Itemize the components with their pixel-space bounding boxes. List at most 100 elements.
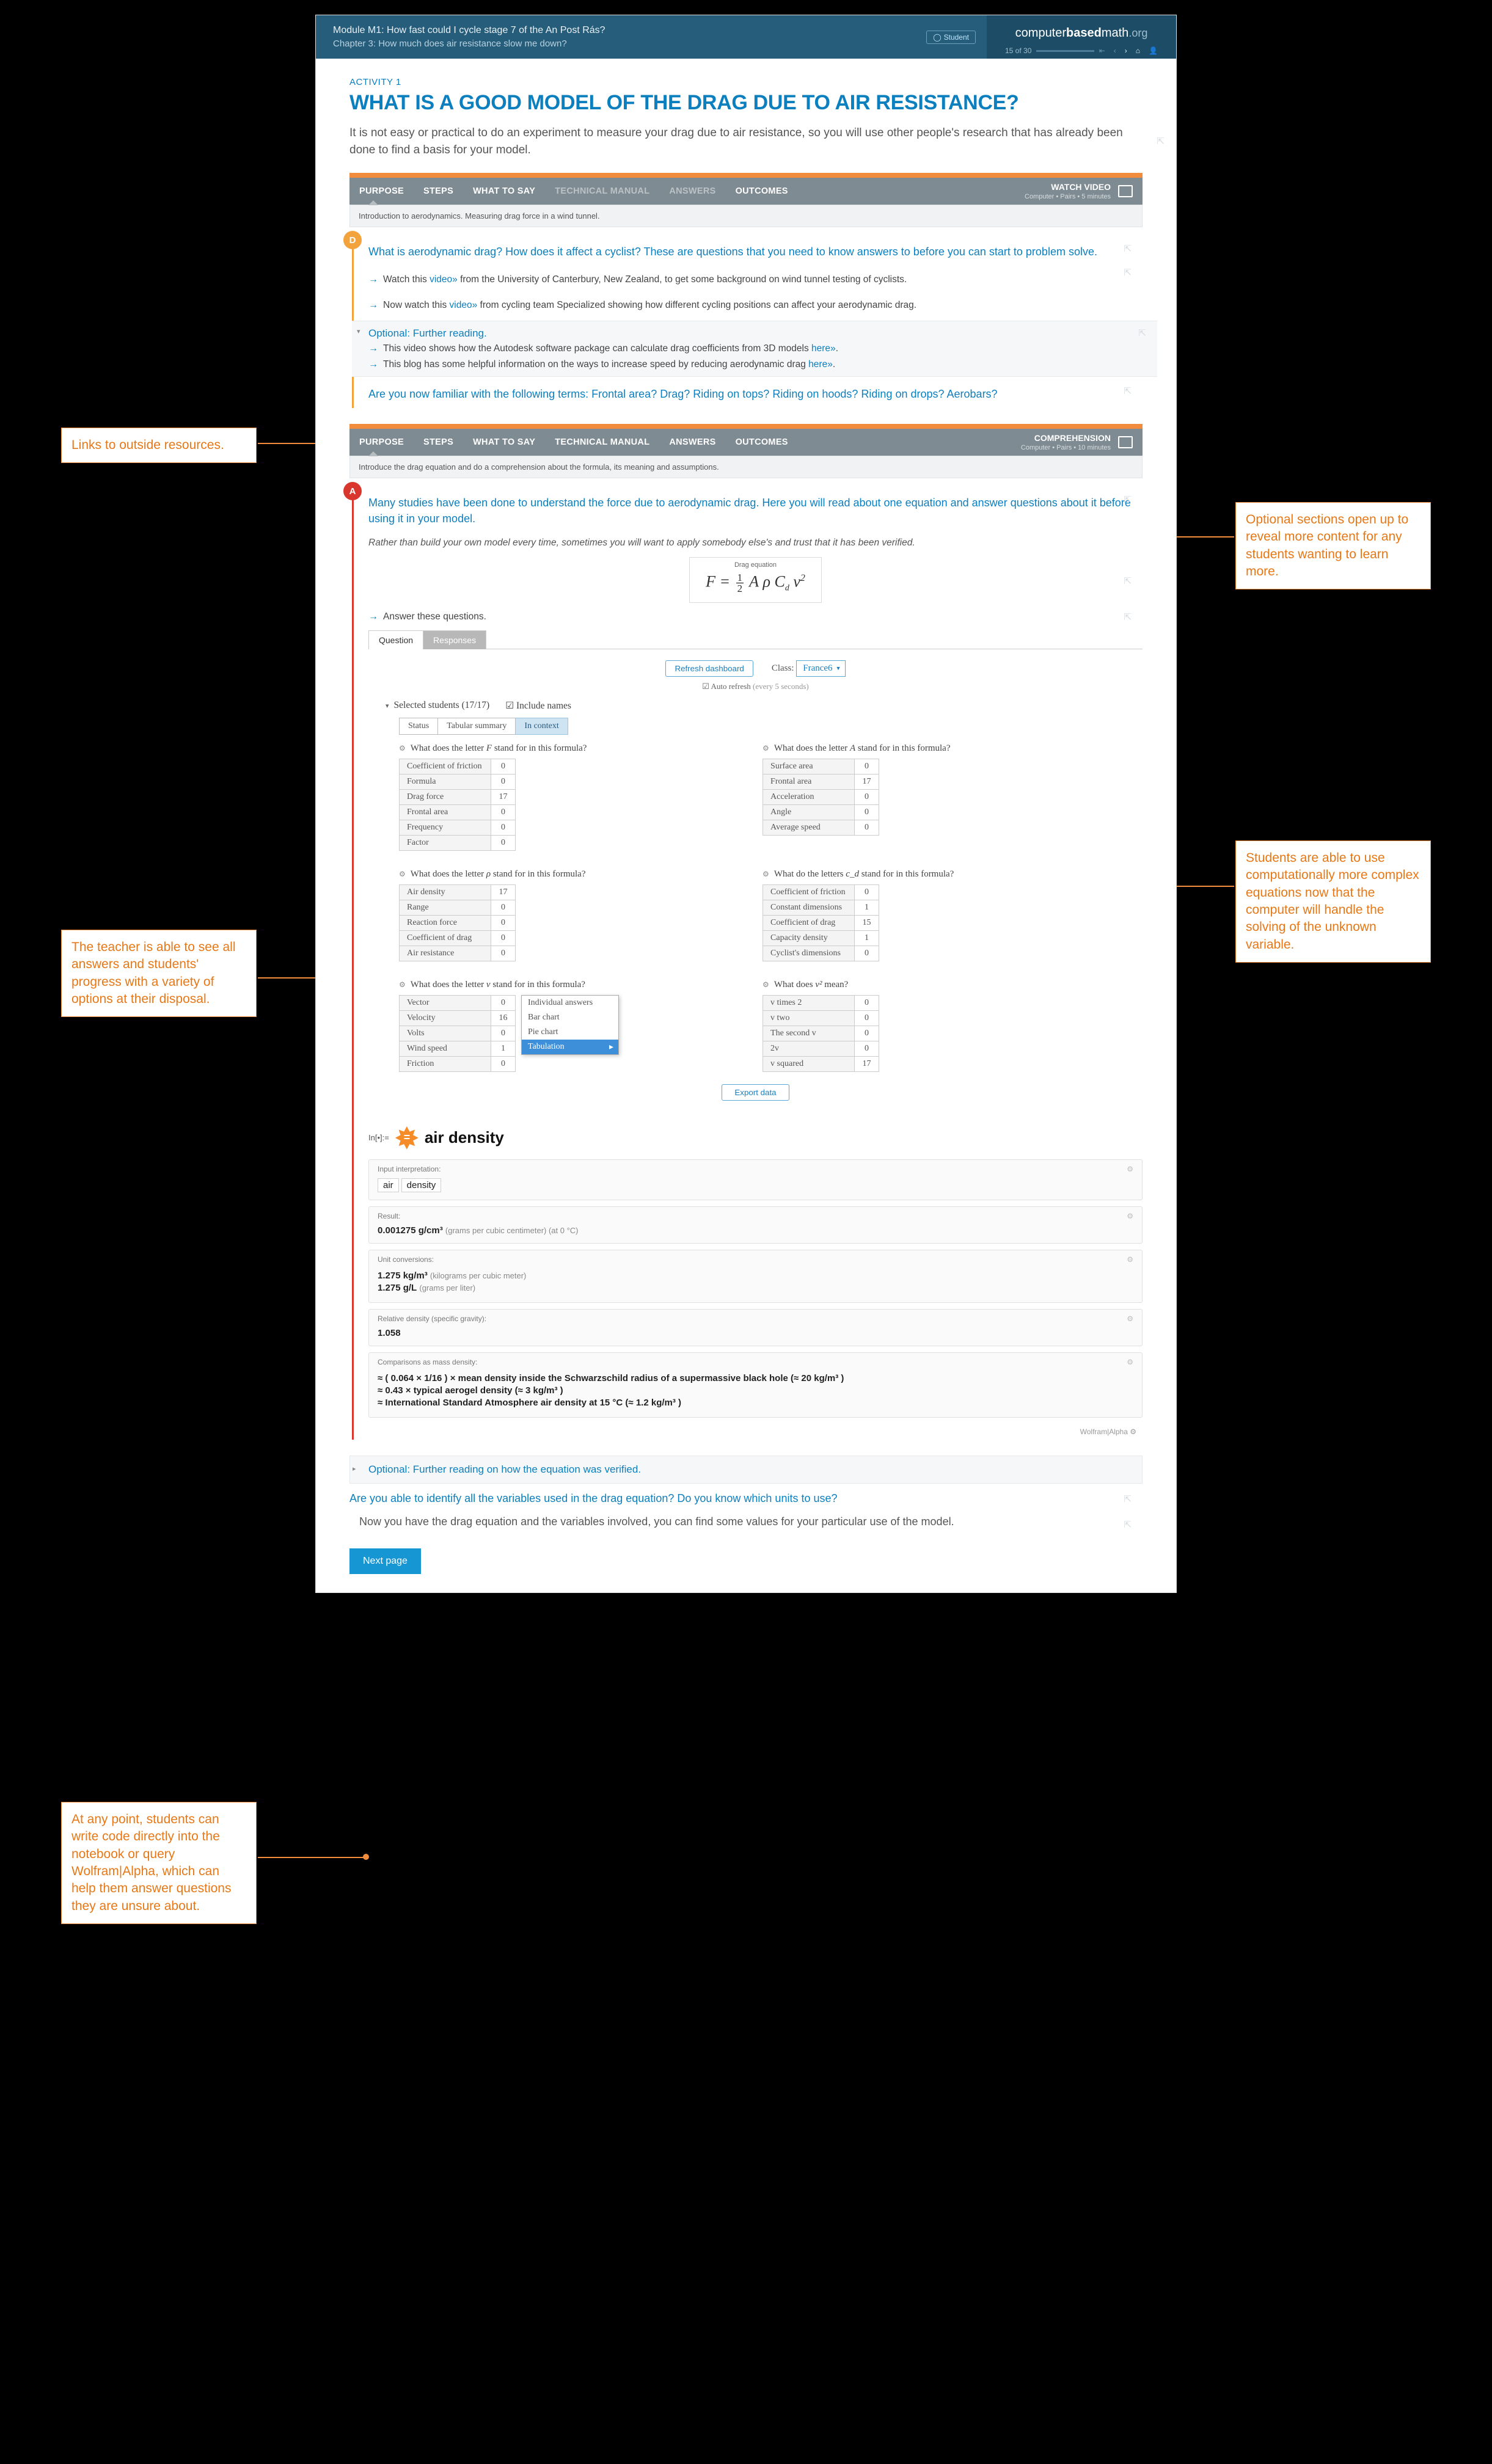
optional-closed[interactable]: Optional: Further reading on how the equ… xyxy=(349,1456,1143,1484)
refresh-button[interactable]: Refresh dashboard xyxy=(665,660,753,677)
activity-tab-purpose[interactable]: PURPOSE xyxy=(349,429,414,456)
student-button[interactable]: ◯ Student xyxy=(926,31,976,44)
class-label: Class: xyxy=(772,663,794,673)
table-row: Drag force17 xyxy=(400,789,516,804)
table-row: Factor0 xyxy=(400,835,516,850)
activity-tab-outcomes[interactable]: OUTCOMES xyxy=(726,429,798,456)
progress-bar xyxy=(1036,50,1094,52)
input-label: In[•]:= xyxy=(368,1133,389,1142)
discussion-question: What is aerodynamic drag? How does it af… xyxy=(368,244,1143,260)
gear-icon[interactable]: ⚙ xyxy=(1127,1165,1133,1173)
table-row: v squared17 xyxy=(763,1056,879,1071)
nav-next-icon[interactable]: › xyxy=(1125,46,1127,55)
wolfram-query[interactable]: air density xyxy=(425,1128,504,1147)
optional-title: Optional: Further reading. xyxy=(368,327,1143,340)
question-block: What does the letter v stand for in this… xyxy=(399,980,726,1072)
activity-tab-steps[interactable]: STEPS xyxy=(414,429,463,456)
table-row: Coefficient of drag15 xyxy=(763,915,879,930)
wolfram-card: Unit conversions:⚙1.275 kg/m³ (kilograms… xyxy=(368,1250,1143,1303)
dropdown-item[interactable]: Tabulation xyxy=(522,1040,618,1054)
optional-link-1[interactable]: here» xyxy=(811,343,836,354)
tab-responses[interactable]: Responses xyxy=(423,630,486,649)
table-row: Surface area0 xyxy=(763,759,879,774)
include-names-checkbox[interactable]: ☑ Include names xyxy=(505,700,571,712)
question-title: What does the letter A stand for in this… xyxy=(762,743,1089,754)
popout-icon[interactable]: ⇱ xyxy=(1138,327,1146,338)
export-button[interactable]: Export data xyxy=(722,1084,789,1101)
gear-icon[interactable]: ⚙ xyxy=(1127,1358,1133,1366)
tab-question[interactable]: Question xyxy=(368,630,423,649)
activity-tab-technical-manual[interactable]: TECHNICAL MANUAL xyxy=(545,429,659,456)
circle-icon: ◯ xyxy=(933,33,941,42)
question-block: What do the letters c_d stand for in thi… xyxy=(762,869,1089,961)
video-link-1[interactable]: video» xyxy=(430,274,458,285)
gear-icon[interactable]: ⚙ xyxy=(1127,1314,1133,1323)
popout-icon[interactable]: ⇱ xyxy=(1157,135,1165,148)
nav-user-icon[interactable]: 👤 xyxy=(1149,46,1158,55)
video-link-2[interactable]: video» xyxy=(450,300,478,310)
view-tabular[interactable]: Tabular summary xyxy=(437,718,516,735)
nav-home-icon[interactable]: ⌂ xyxy=(1136,46,1140,55)
wolfram-card: Relative density (specific gravity):⚙1.0… xyxy=(368,1309,1143,1346)
response-table: Coefficient of friction0Formula0Drag for… xyxy=(399,759,516,851)
table-row: Frontal area0 xyxy=(400,804,516,820)
dashboard-body: Refresh dashboard Class: France6 ☑ Auto … xyxy=(368,649,1143,1112)
activity-tab-technical-manual[interactable]: TECHNICAL MANUAL xyxy=(545,178,659,205)
activity-tab-steps[interactable]: STEPS xyxy=(414,178,463,205)
timeline-badge-d: D xyxy=(343,231,362,249)
screen-icon xyxy=(1118,185,1133,197)
activity-tab-what-to-say[interactable]: WHAT TO SAY xyxy=(463,178,545,205)
table-row: Constant dimensions1 xyxy=(763,900,879,915)
table-row: Air resistance0 xyxy=(400,946,516,961)
gear-icon[interactable]: ⚙ xyxy=(1127,1212,1133,1220)
view-incontext[interactable]: In context xyxy=(515,718,568,735)
wolfram-footer: Wolfram|Alpha ⚙ xyxy=(368,1424,1143,1440)
activity-tab-outcomes[interactable]: OUTCOMES xyxy=(726,178,798,205)
view-status[interactable]: Status xyxy=(399,718,438,735)
view-dropdown[interactable]: Individual answersBar chartPie chartTabu… xyxy=(521,995,619,1055)
dropdown-item[interactable]: Individual answers xyxy=(522,996,618,1010)
wolfram-card: Input interpretation:⚙airdensity xyxy=(368,1159,1143,1200)
next-page-button[interactable]: Next page xyxy=(349,1548,421,1574)
class-select[interactable]: France6 xyxy=(796,660,845,677)
activity-tab-answers[interactable]: ANSWERS xyxy=(659,178,725,205)
gear-icon[interactable]: ⚙ xyxy=(1127,1255,1133,1264)
callout-wolfram: At any point, students can write code di… xyxy=(61,1802,257,1924)
response-table: v times 20v two0The second v02v0v square… xyxy=(762,995,879,1072)
nav-first-icon[interactable]: ⇤ xyxy=(1099,46,1105,55)
dropdown-item[interactable]: Pie chart xyxy=(522,1025,618,1040)
auto-refresh-checkbox[interactable]: ☑ Auto refresh xyxy=(702,682,751,691)
popout-icon[interactable]: ⇱ xyxy=(1124,267,1132,278)
popout-icon[interactable]: ⇱ xyxy=(1124,575,1132,586)
drag-equation: F = 12 A ρ Cd v2 xyxy=(706,572,805,594)
chapter-title: Chapter 3: How much does air resistance … xyxy=(333,38,909,49)
table-row: Angle0 xyxy=(763,804,879,820)
selected-students[interactable]: Selected students (17/17) xyxy=(394,700,490,711)
optional-block[interactable]: Optional: Further reading. → This video … xyxy=(352,321,1157,377)
callout-equation: Students are able to use computationally… xyxy=(1235,840,1431,963)
table-row: Coefficient of drag0 xyxy=(400,930,516,946)
popout-icon[interactable]: ⇱ xyxy=(1124,1518,1132,1533)
dropdown-item[interactable]: Bar chart xyxy=(522,1010,618,1025)
popout-icon[interactable]: ⇱ xyxy=(1124,243,1132,254)
popout-icon[interactable]: ⇱ xyxy=(1124,611,1132,622)
nav-prev-icon[interactable]: ‹ xyxy=(1114,46,1116,55)
activity-tab-what-to-say[interactable]: WHAT TO SAY xyxy=(463,429,545,456)
activity-note: Rather than build your own model every t… xyxy=(368,538,1143,549)
activity-tab-purpose[interactable]: PURPOSE xyxy=(349,178,414,205)
page-header: Module M1: How fast could I cycle stage … xyxy=(316,15,1176,59)
auto-refresh-sub: (every 5 seconds) xyxy=(753,682,809,691)
question-title: What does v² mean? xyxy=(762,980,1089,990)
optional-link-2[interactable]: here» xyxy=(808,359,833,370)
popout-icon[interactable]: ⇱ xyxy=(1124,1493,1132,1504)
activity-tab-answers[interactable]: ANSWERS xyxy=(659,429,725,456)
activity-bar-2: PURPOSESTEPSWHAT TO SAYTECHNICAL MANUALA… xyxy=(349,424,1143,478)
popout-icon[interactable]: ⇱ xyxy=(1124,494,1132,505)
timeline-activity: A Many studies have been done to underst… xyxy=(352,489,1143,1439)
arrow-icon: → xyxy=(368,611,378,622)
callout-line xyxy=(258,1857,364,1858)
table-row: Formula0 xyxy=(400,774,516,789)
table-row: Vector0 xyxy=(400,995,516,1010)
popout-icon[interactable]: ⇱ xyxy=(1124,385,1132,396)
question-title: What does the letter ρ stand for in this… xyxy=(399,869,726,880)
